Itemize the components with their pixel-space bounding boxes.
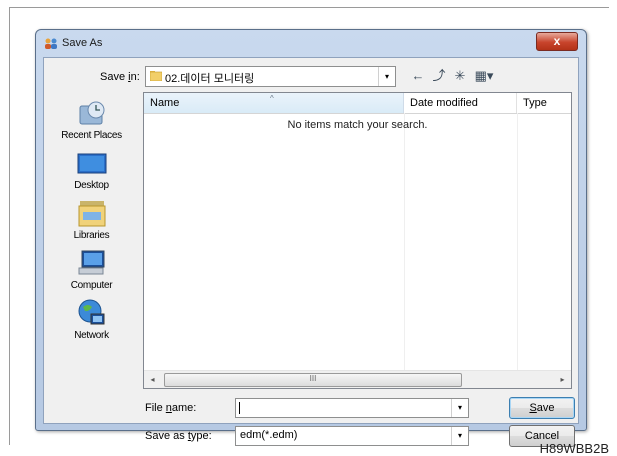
- page-border-top: [9, 7, 609, 8]
- column-divider: [517, 113, 518, 370]
- column-header-type[interactable]: Type: [517, 93, 571, 113]
- new-folder-icon[interactable]: ✳: [452, 67, 468, 84]
- text-cursor: [239, 402, 240, 414]
- place-label: Network: [74, 330, 109, 341]
- column-divider: [404, 113, 405, 370]
- scroll-thumb[interactable]: III: [164, 373, 462, 387]
- folder-icon: [150, 71, 162, 81]
- place-desktop[interactable]: Desktop: [48, 148, 135, 191]
- dialog-body: Save in: 02.데이터 모니터링 ▾ ← ⤴ ✳ ▦▾ Recent P…: [43, 57, 579, 447]
- title-bar[interactable]: Save As x: [36, 30, 586, 56]
- empty-message: No items match your search.: [287, 119, 428, 131]
- horizontal-scrollbar[interactable]: ◂ III ▸: [144, 370, 571, 388]
- page-border-left: [9, 7, 10, 445]
- views-menu-icon[interactable]: ▦▾: [472, 67, 496, 84]
- up-folder-icon[interactable]: ⤴: [431, 67, 447, 84]
- scroll-left-icon[interactable]: ◂: [144, 371, 161, 388]
- chevron-down-icon[interactable]: ▾: [451, 427, 468, 445]
- chevron-down-icon[interactable]: ▾: [451, 399, 468, 417]
- save-as-dialog: Save As x Save in: 02.데이터 모니터링 ▾ ← ⤴ ✳ ▦…: [35, 29, 587, 447]
- file-list[interactable]: Name ^ Date modified Type No items match…: [143, 92, 572, 389]
- column-header-name[interactable]: Name ^: [144, 93, 404, 113]
- place-recent-places[interactable]: Recent Places: [48, 98, 135, 141]
- save-as-type-value: edm(*.edm): [240, 429, 298, 441]
- save-as-type-label: Save as type:: [145, 430, 212, 442]
- save-button[interactable]: Save: [509, 397, 575, 419]
- window-title: Save As: [62, 37, 103, 49]
- back-arrow-icon[interactable]: ←: [410, 67, 426, 84]
- place-computer[interactable]: Computer: [48, 248, 135, 291]
- recent-places-icon: [79, 101, 104, 125]
- place-libraries[interactable]: Libraries: [48, 198, 135, 241]
- place-label: Recent Places: [61, 130, 122, 141]
- column-header-date-modified[interactable]: Date modified: [404, 93, 517, 113]
- save-in-dropdown[interactable]: 02.데이터 모니터링 ▾: [145, 66, 396, 87]
- place-label: Desktop: [74, 180, 109, 191]
- libraries-icon: [78, 201, 105, 227]
- sort-ascending-icon: ^: [270, 94, 274, 103]
- scroll-right-icon[interactable]: ▸: [554, 371, 571, 388]
- column-headers: Name ^ Date modified Type: [144, 93, 571, 114]
- save-in-value: 02.데이터 모니터링: [165, 73, 255, 85]
- network-icon: [78, 299, 104, 325]
- save-as-type-dropdown[interactable]: edm(*.edm) ▾: [235, 426, 469, 446]
- desktop-icon: [77, 153, 106, 174]
- close-icon: x: [553, 34, 561, 48]
- file-name-input[interactable]: ▾: [235, 398, 469, 418]
- grip-icon: III: [309, 374, 317, 383]
- close-button[interactable]: x: [536, 32, 578, 51]
- places-bar: Recent Places Desktop Libraries Computer…: [48, 98, 135, 368]
- place-label: Libraries: [73, 230, 110, 241]
- chevron-down-icon[interactable]: ▾: [378, 67, 395, 86]
- place-label: Computer: [70, 280, 113, 291]
- people-app-icon: [45, 38, 57, 49]
- save-in-label: Save in:: [100, 71, 140, 83]
- computer-icon: [78, 250, 104, 275]
- file-name-label: File name:: [145, 402, 197, 414]
- place-network[interactable]: Network: [48, 298, 135, 341]
